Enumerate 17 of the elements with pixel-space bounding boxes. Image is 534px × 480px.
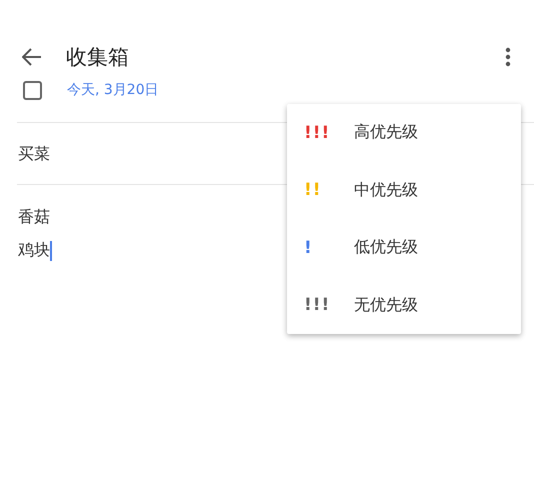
- page-title: 收集箱: [66, 44, 129, 71]
- task-checkbox[interactable]: [23, 80, 42, 100]
- priority-option[interactable]: !! 中优先级: [287, 162, 521, 219]
- priority-option[interactable]: !!! 高优先级: [287, 104, 521, 162]
- text-cursor: [50, 240, 52, 260]
- priority-option[interactable]: ! 低优先级: [287, 219, 521, 276]
- priority-mark: !: [303, 238, 314, 258]
- note-line[interactable]: 香菇: [18, 207, 50, 228]
- priority-mark: !!: [303, 180, 323, 200]
- more-icon[interactable]: [505, 47, 511, 67]
- back-icon[interactable]: [22, 48, 42, 66]
- priority-option[interactable]: !!! 无优先级: [287, 276, 521, 334]
- note-line[interactable]: 鸡块: [18, 240, 50, 261]
- priority-mark: !!!: [303, 122, 332, 143]
- due-date[interactable]: 今天, 3月20日: [67, 81, 159, 99]
- task-title[interactable]: 买菜: [0, 123, 50, 184]
- priority-mark: !!!: [303, 295, 332, 316]
